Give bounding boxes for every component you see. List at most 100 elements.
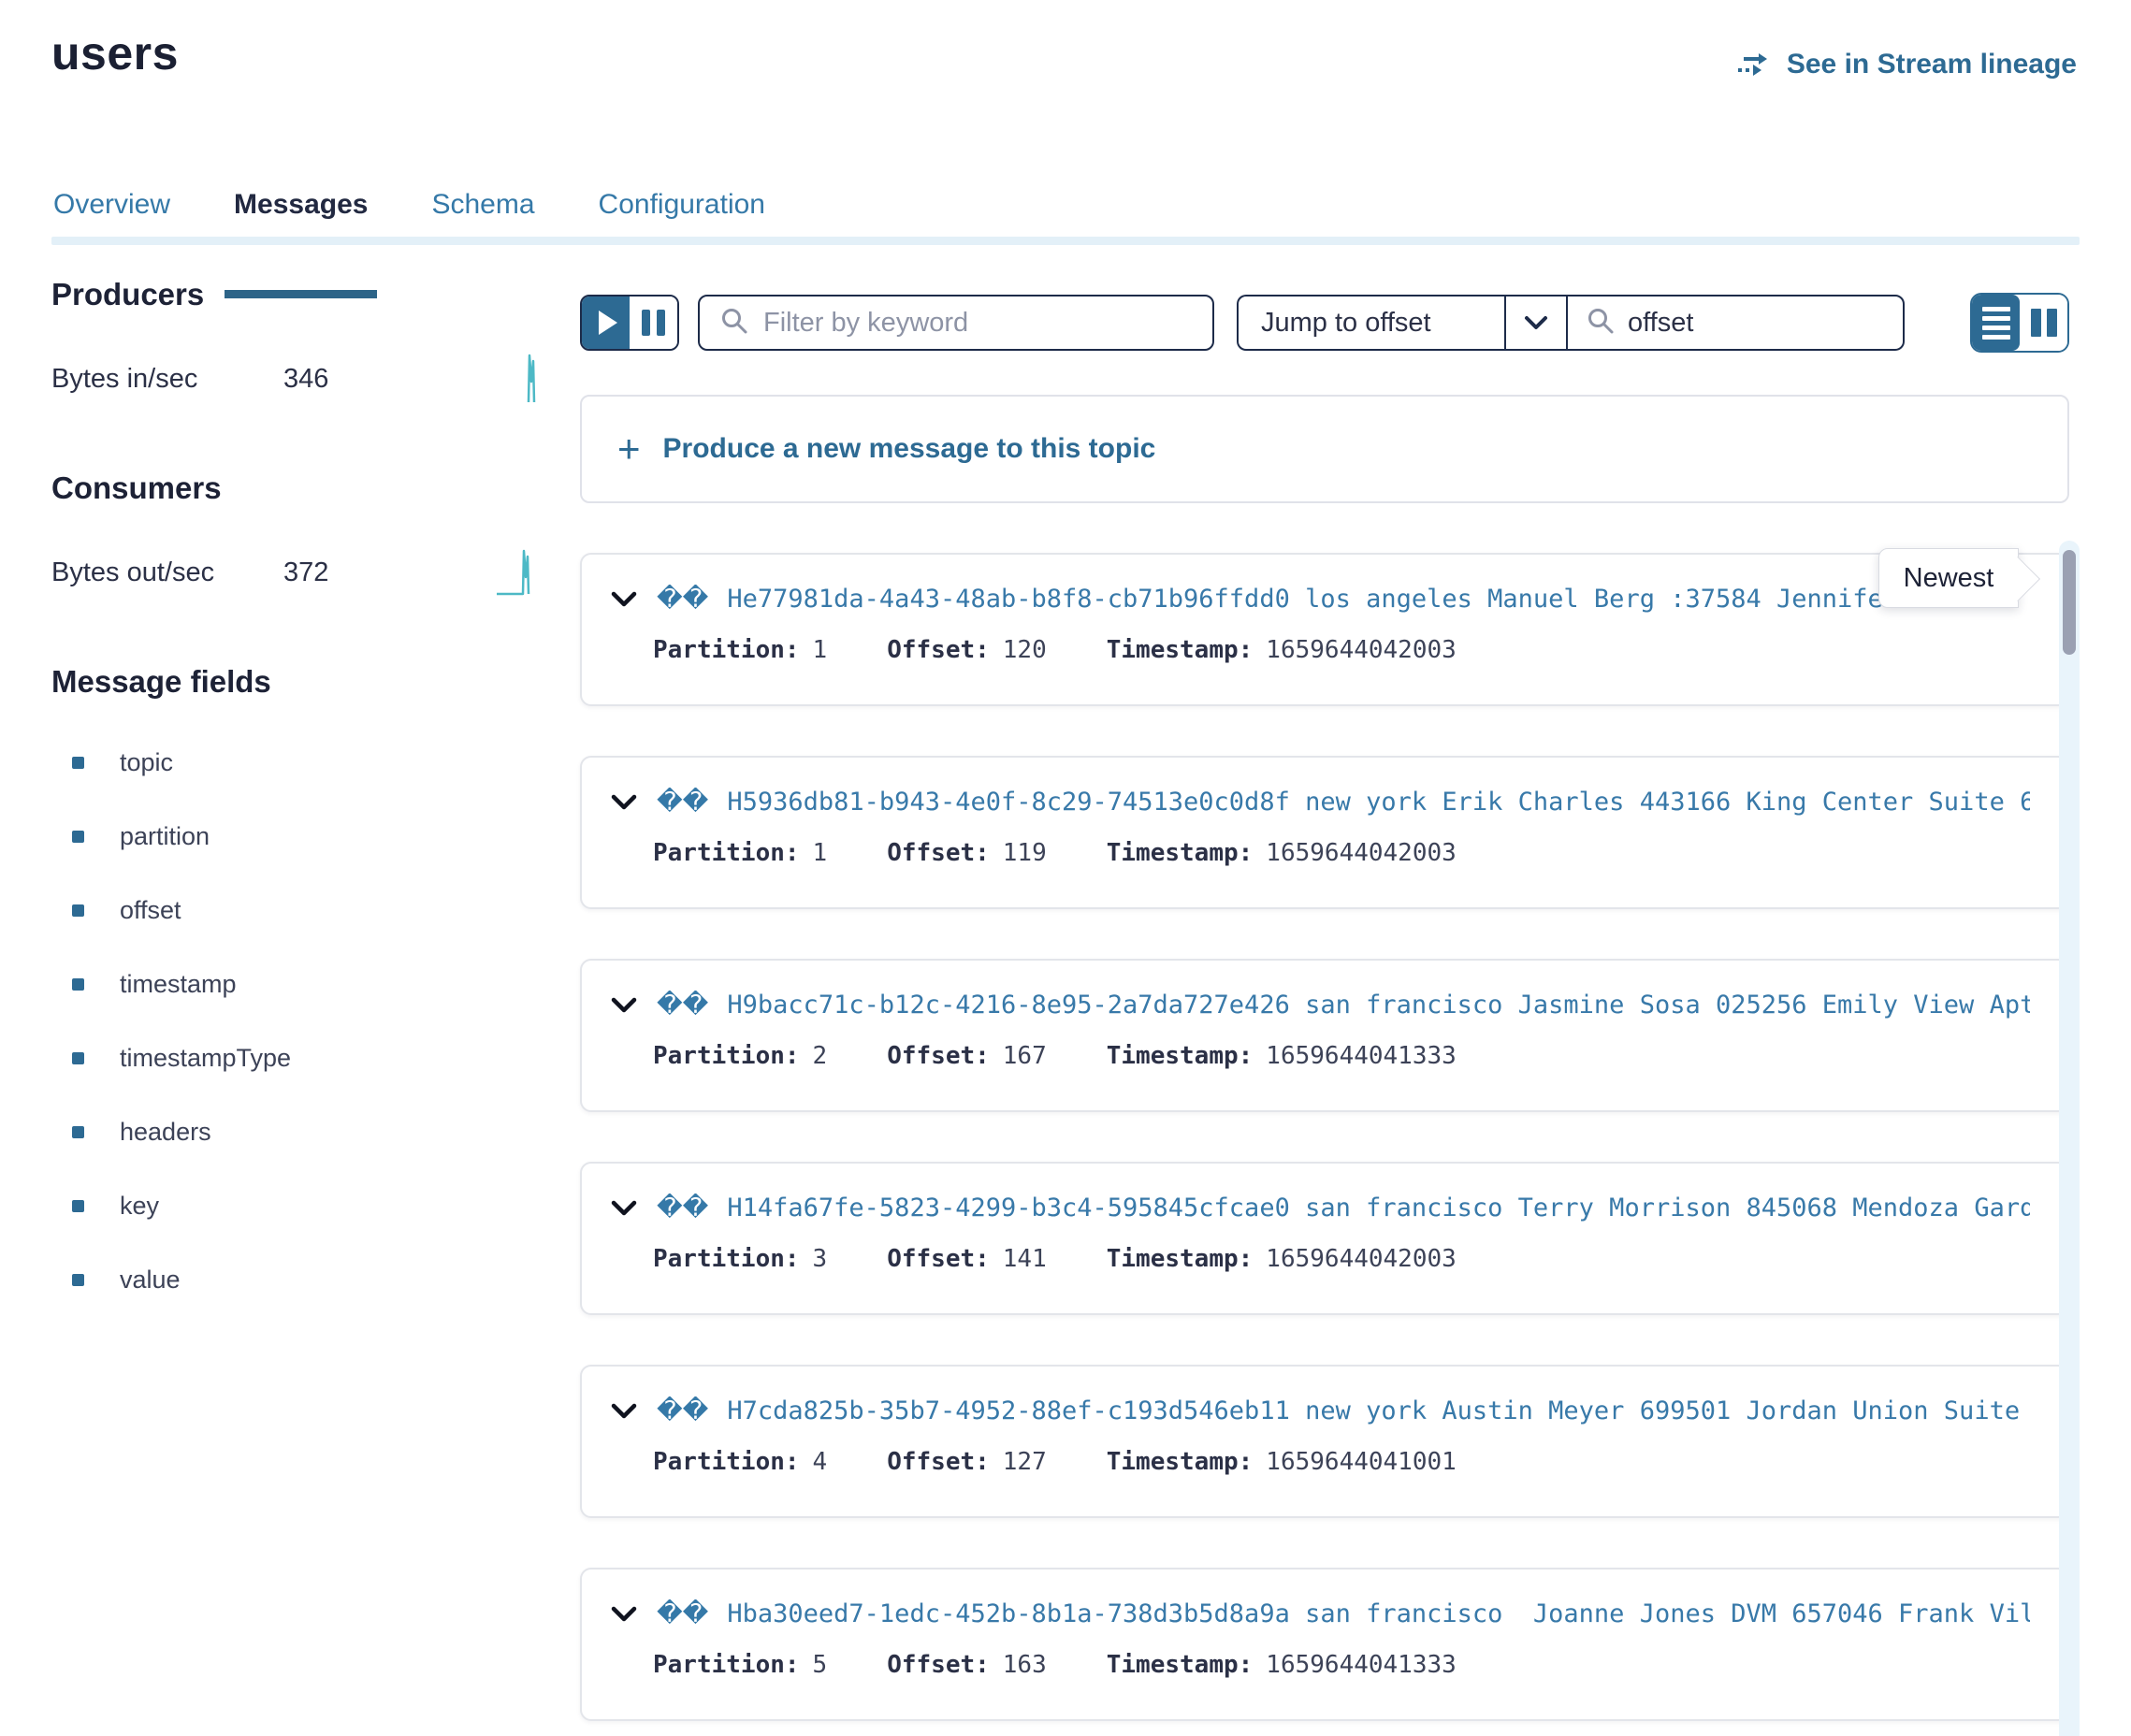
field-item-timestamp[interactable]: timestamp (51, 948, 538, 1021)
pause-button[interactable] (630, 297, 677, 349)
message-row[interactable]: �� H9bacc71c-b12c-4216-8e95-2a7da727e426… (580, 959, 2069, 1112)
chevron-down-icon (1504, 297, 1566, 349)
offset-meta: Offset:119 (887, 839, 1047, 867)
message-row[interactable]: �� H14fa67fe-5823-4299-b3c4-595845cfcae0… (580, 1162, 2069, 1315)
key-glyphs: �� (657, 788, 708, 817)
key-glyphs: �� (657, 1599, 708, 1628)
stream-lineage-icon (1736, 51, 1774, 79)
tab-configuration[interactable]: Configuration (597, 183, 767, 237)
message-row[interactable]: �� H5936db81-b943-4e0f-8c29-74513e0c0d8f… (580, 756, 2069, 909)
offset-meta: Offset:127 (887, 1448, 1047, 1476)
bytes-out-label: Bytes out/sec (51, 557, 283, 588)
see-in-stream-lineage-link[interactable]: See in Stream lineage (1736, 49, 2077, 80)
field-item-headers[interactable]: headers (51, 1095, 538, 1169)
messages-scrollbar-thumb[interactable] (2063, 550, 2076, 655)
messages-toolbar: Jump to offset (580, 295, 2069, 351)
bytes-out-value: 372 (283, 557, 328, 588)
play-button[interactable] (582, 297, 630, 349)
message-row[interactable]: �� H7cda825b-35b7-4952-88ef-c193d546eb11… (580, 1365, 2069, 1518)
timestamp-meta: Timestamp:1659644042003 (1107, 839, 1457, 867)
topic-page: users See in Stream lineage Overview Mes… (0, 0, 2131, 1736)
chevron-down-icon[interactable] (610, 1402, 638, 1421)
newest-tooltip: Newest (1878, 548, 2019, 608)
column-view-button[interactable] (2020, 295, 2067, 351)
chevron-down-icon[interactable] (610, 1199, 638, 1218)
offset-meta: Offset:163 (887, 1651, 1047, 1679)
play-pause-toggle (580, 295, 679, 351)
partition-meta: Partition:5 (653, 1651, 827, 1679)
tab-schema[interactable]: Schema (429, 183, 536, 237)
message-summary: He77981da-4a43-48ab-b8f8-cb71b96ffdd0 lo… (727, 585, 2020, 614)
message-fields-list: topic partition offset timestamp timesta… (51, 726, 538, 1317)
field-bullet-icon (72, 1200, 84, 1212)
field-bullet-icon (72, 904, 84, 917)
field-item-timestampType[interactable]: timestampType (51, 1021, 538, 1095)
partition-meta: Partition:1 (653, 636, 827, 664)
consumers-section: Consumers Bytes out/sec 372 (51, 470, 538, 602)
tab-underline-track (51, 237, 2080, 245)
chevron-down-icon[interactable] (610, 793, 638, 812)
partition-meta: Partition:4 (653, 1448, 827, 1476)
field-item-value[interactable]: value (51, 1243, 538, 1317)
field-bullet-icon (72, 978, 84, 991)
messages-scrollbar-track[interactable] (2059, 541, 2080, 1736)
list-view-icon (1982, 307, 2010, 340)
tab-messages[interactable]: Messages (232, 183, 370, 237)
message-row[interactable]: �� He77981da-4a43-48ab-b8f8-cb71b96ffdd0… (580, 553, 2069, 706)
field-item-topic[interactable]: topic (51, 726, 538, 800)
field-item-offset[interactable]: offset (51, 874, 538, 948)
produce-message-button[interactable]: + Produce a new message to this topic (580, 395, 2069, 503)
timestamp-meta: Timestamp:1659644042003 (1107, 1245, 1457, 1273)
tab-bar: Overview Messages Schema Configuration (51, 183, 2080, 245)
offset-meta: Offset:141 (887, 1245, 1047, 1273)
chevron-down-icon[interactable] (610, 590, 638, 609)
offset-search (1566, 295, 1905, 351)
active-tab-indicator (225, 290, 377, 298)
message-summary: Hba30eed7-1edc-452b-8b1a-738d3b5d8a9a sa… (727, 1599, 2030, 1628)
search-icon (1587, 307, 1615, 340)
newest-tooltip-label: Newest (1904, 563, 1994, 594)
keyword-filter (698, 295, 1214, 351)
bytes-out-sparkline (495, 543, 538, 602)
chevron-down-icon[interactable] (610, 996, 638, 1015)
key-glyphs: �� (657, 1396, 708, 1425)
keyword-filter-input[interactable] (763, 308, 1192, 339)
field-bullet-icon (72, 1274, 84, 1286)
field-bullet-icon (72, 1052, 84, 1064)
play-icon (599, 311, 617, 335)
jump-to-offset-select[interactable]: Jump to offset (1237, 295, 1566, 351)
page-title: users (51, 26, 179, 80)
field-bullet-icon (72, 757, 84, 769)
pause-icon (642, 310, 665, 336)
message-row[interactable]: �� Hba30eed7-1edc-452b-8b1a-738d3b5d8a9a… (580, 1568, 2069, 1721)
offset-search-input[interactable] (1628, 308, 1884, 339)
stream-lineage-label: See in Stream lineage (1787, 49, 2077, 80)
message-summary: H7cda825b-35b7-4952-88ef-c193d546eb11 ne… (727, 1396, 2030, 1425)
timestamp-meta: Timestamp:1659644041001 (1107, 1448, 1457, 1476)
message-fields-section: Message fields topic partition offset ti… (51, 664, 538, 1317)
jump-to-offset-value: Jump to offset (1239, 297, 1504, 349)
key-glyphs: �� (657, 585, 708, 614)
tab-overview[interactable]: Overview (51, 183, 172, 237)
field-bullet-icon (72, 1126, 84, 1138)
message-summary: H9bacc71c-b12c-4216-8e95-2a7da727e426 sa… (727, 991, 2030, 1020)
field-bullet-icon (72, 831, 84, 843)
key-glyphs: �� (657, 991, 708, 1020)
bytes-in-metric: Bytes in/sec 346 (51, 350, 538, 409)
partition-meta: Partition:1 (653, 839, 827, 867)
produce-message-label: Produce a new message to this topic (663, 433, 1156, 465)
timestamp-meta: Timestamp:1659644041333 (1107, 1651, 1457, 1679)
field-item-key[interactable]: key (51, 1169, 538, 1243)
message-fields-heading: Message fields (51, 664, 538, 700)
search-icon (720, 307, 748, 340)
consumers-heading: Consumers (51, 470, 538, 506)
chevron-down-icon[interactable] (610, 1605, 638, 1624)
message-summary: H14fa67fe-5823-4299-b3c4-595845cfcae0 sa… (727, 1194, 2030, 1222)
list-view-button[interactable] (1972, 295, 2020, 351)
partition-meta: Partition:2 (653, 1042, 827, 1070)
plus-icon: + (617, 429, 641, 469)
partition-meta: Partition:3 (653, 1245, 827, 1273)
messages-panel: Jump to offset + Produce a new message t… (580, 281, 2069, 1721)
field-item-partition[interactable]: partition (51, 800, 538, 874)
key-glyphs: �� (657, 1194, 708, 1222)
